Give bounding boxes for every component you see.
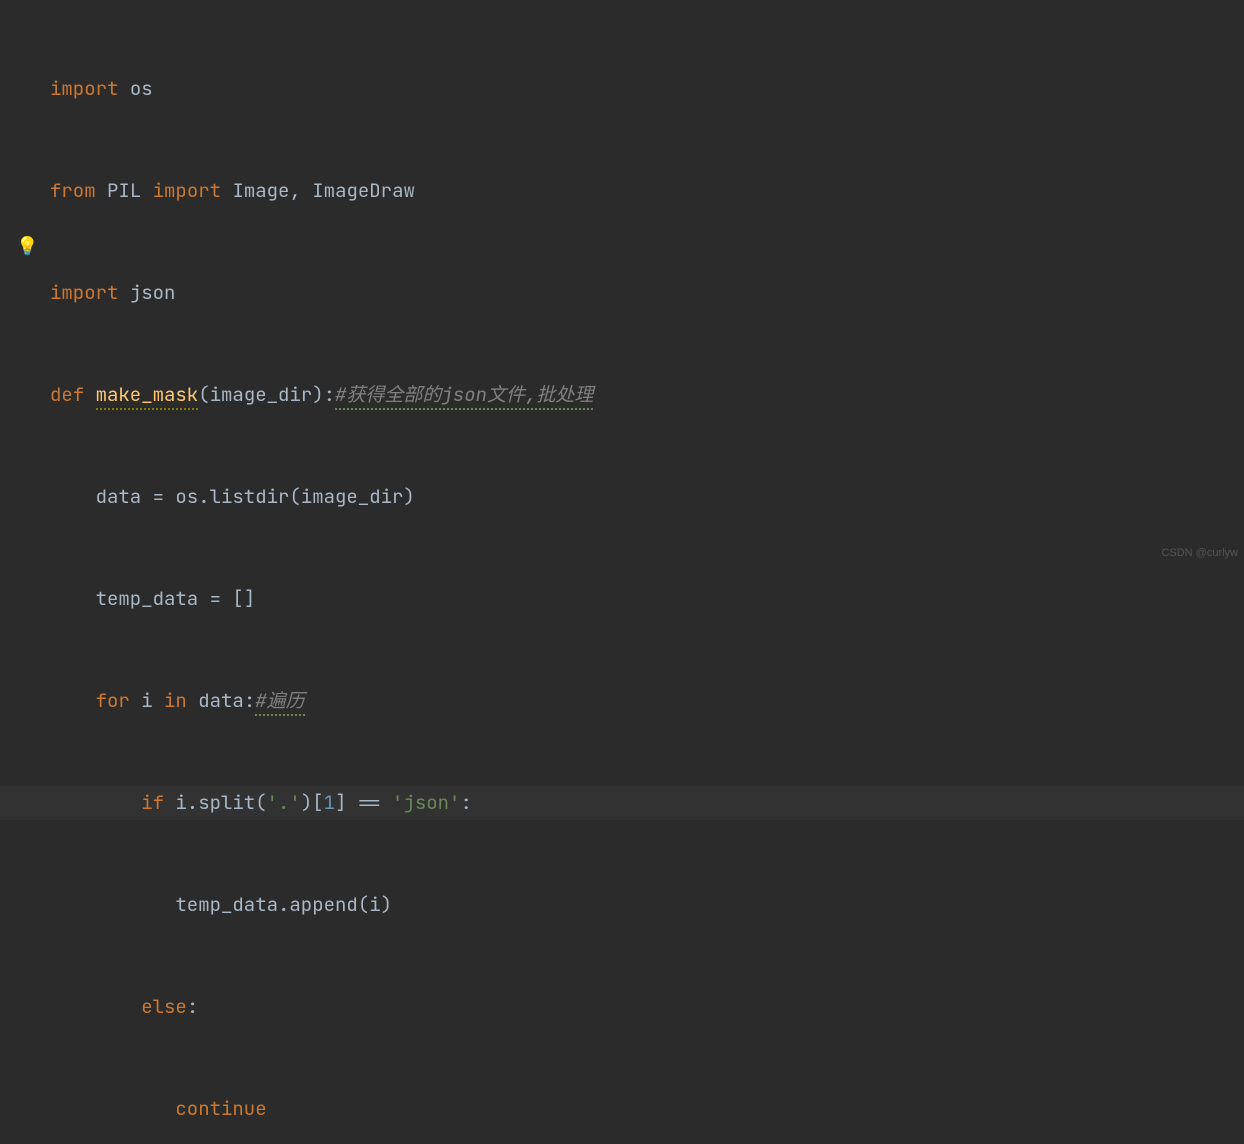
code-line: temp_data.append(i) [50,888,1244,922]
code-line: else: [50,990,1244,1024]
code-line: import json [50,276,1244,310]
code-line: from PIL import Image, ImageDraw [50,174,1244,208]
code-line: data = os.listdir(image_dir) [50,480,1244,514]
code-line: continue [50,1092,1244,1126]
code-editor[interactable]: 💡 import os from PIL import Image, Image… [0,0,1244,572]
code-line: import os [50,72,1244,106]
code-area[interactable]: import os from PIL import Image, ImageDr… [42,0,1244,572]
code-line: def make_mask(image_dir):#获得全部的json文件,批处… [50,378,1244,412]
lightbulb-icon[interactable]: 💡 [16,230,38,264]
code-line: temp_data = [] [50,582,1244,616]
code-line: for i in data:#遍历 [50,684,1244,718]
gutter: 💡 [0,0,42,572]
watermark: CSDN @curlyw [1161,536,1238,570]
code-line-highlighted: if i.split('.')[1] == 'json': [0,786,1244,820]
